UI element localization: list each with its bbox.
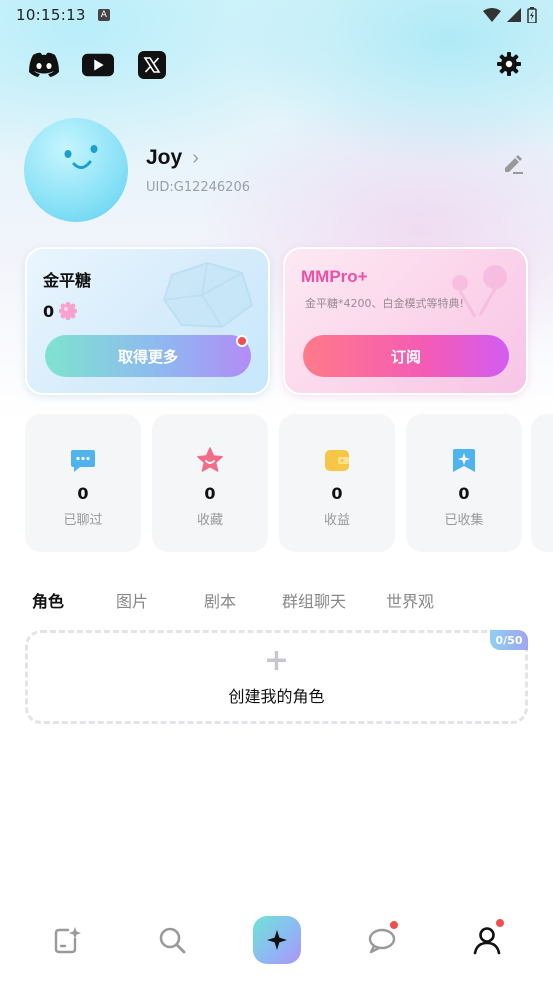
- nav-messages[interactable]: [354, 912, 410, 968]
- pro-card-description: 金平糖*4200、白金模式等特典!: [305, 297, 464, 310]
- tab-scripts[interactable]: 剧本: [204, 588, 282, 612]
- nav-profile[interactable]: [459, 912, 515, 968]
- stats-row: 0 已聊过 0 收藏 0 收益 0 已收集: [25, 414, 522, 552]
- character-count-badge: 0/50: [490, 630, 528, 650]
- nav-home[interactable]: [249, 912, 305, 968]
- wifi-icon: [483, 8, 501, 22]
- stat-label: 已聊过: [63, 513, 103, 528]
- stat-collected[interactable]: 0 已收集: [406, 414, 522, 552]
- pro-card-title: MMPro+: [301, 267, 368, 286]
- get-more-button[interactable]: 取得更多: [45, 335, 251, 377]
- x-icon[interactable]: [136, 50, 168, 80]
- search-icon: [159, 927, 185, 954]
- content-tabs: 角色 图片 剧本 群组聊天 世界观: [32, 588, 434, 612]
- tab-images[interactable]: 图片: [116, 588, 204, 612]
- profile-name: Joy: [146, 146, 183, 169]
- tab-group-chat[interactable]: 群组聊天: [282, 588, 386, 612]
- tab-worldview[interactable]: 世界观: [386, 588, 434, 612]
- battery-icon: [527, 7, 537, 23]
- chat-bubble-icon: [71, 450, 95, 472]
- chevron-right-icon: ›: [192, 146, 199, 169]
- nav-center-button: [252, 916, 301, 964]
- pro-card: MMPro+ 金平糖*4200、白金模式等特典! 订阅: [283, 247, 528, 395]
- status-indicators: [483, 7, 537, 23]
- stat-earnings[interactable]: 0 收益: [279, 414, 395, 552]
- stat-label: 收藏: [196, 513, 223, 528]
- settings-gear-icon[interactable]: [495, 50, 523, 78]
- messages-badge: [388, 920, 399, 930]
- sugar-count: 0: [43, 301, 55, 321]
- candy-icon: [59, 301, 78, 321]
- wallet-icon: [325, 450, 349, 471]
- sugar-balance: 0: [43, 301, 78, 321]
- subscribe-button[interactable]: 订阅: [303, 335, 509, 377]
- youtube-icon[interactable]: [82, 50, 114, 80]
- notification-dot: [236, 335, 248, 347]
- star-icon: [197, 447, 223, 472]
- sugar-card: 金平糖 0 取得更多: [25, 247, 270, 395]
- balloon-decoration-icon: [452, 265, 507, 318]
- tab-characters[interactable]: 角色: [32, 588, 116, 612]
- stat-label: 已收集: [444, 513, 484, 528]
- stat-value: 0: [458, 484, 470, 503]
- stat-value: 0: [331, 484, 343, 503]
- create-character-button[interactable]: + 创建我的角色 0/50: [25, 630, 528, 724]
- notification-icon: A: [97, 9, 110, 21]
- user-id: UID:G12246206: [146, 180, 250, 195]
- status-bar: 10:15:13 A: [0, 0, 553, 30]
- crystal-decoration-icon: [162, 261, 254, 329]
- status-time: 10:15:13: [16, 6, 86, 24]
- nav-search[interactable]: [144, 912, 200, 968]
- edit-pencil-icon[interactable]: [501, 152, 525, 176]
- profile-icon: [473, 927, 500, 955]
- stat-value: 0: [204, 484, 216, 503]
- create-character-label: 创建我的角色: [228, 687, 325, 706]
- stat-favorites[interactable]: 0 收藏: [152, 414, 268, 552]
- plus-icon: +: [263, 643, 290, 678]
- avatar[interactable]: [24, 118, 128, 222]
- stat-value: 0: [77, 484, 89, 503]
- nav-create[interactable]: [39, 912, 95, 968]
- sugar-card-title: 金平糖: [43, 271, 92, 290]
- create-note-icon: [54, 927, 81, 954]
- profile-badge: [494, 918, 505, 928]
- social-links: [28, 50, 168, 80]
- stat-label: 收益: [323, 513, 350, 528]
- bottom-navigation: [0, 896, 553, 984]
- bookmark-sparkle-icon: [453, 449, 475, 472]
- stat-card-partial: [531, 414, 553, 552]
- discord-icon[interactable]: [28, 50, 60, 80]
- signal-icon: [507, 8, 521, 22]
- stat-chatted[interactable]: 0 已聊过: [25, 414, 141, 552]
- sparkle-icon: [266, 930, 287, 950]
- profile-name-link[interactable]: Joy ›: [146, 146, 199, 170]
